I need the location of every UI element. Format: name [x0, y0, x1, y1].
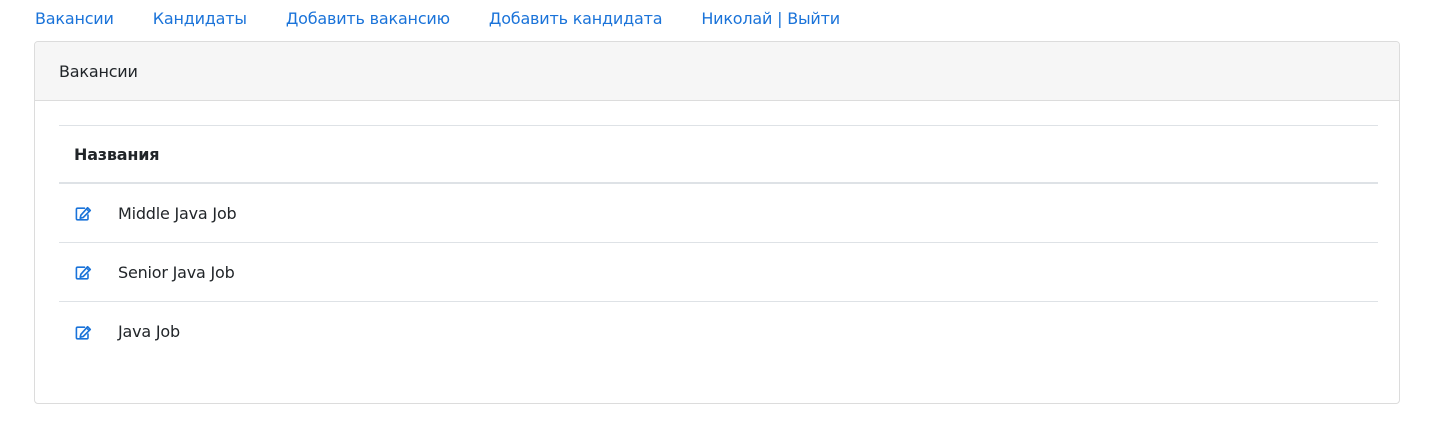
edit-icon[interactable] — [74, 262, 94, 282]
top-nav: Вакансии Кандидаты Добавить вакансию Доб… — [35, 7, 879, 31]
nav-link-vacancies[interactable]: Вакансии — [35, 7, 114, 31]
vacancies-table: Названия Middle Java Job Senior Java Job — [59, 125, 1378, 361]
card-header: Вакансии — [35, 42, 1399, 101]
vacancies-card: Вакансии Названия Middle Java Job Senior… — [34, 41, 1400, 404]
vacancy-title: Java Job — [118, 322, 180, 341]
nav-link-user-logout[interactable]: Николай | Выйти — [701, 7, 840, 31]
table-row: Java Job — [59, 302, 1378, 361]
vacancy-title: Middle Java Job — [118, 203, 237, 223]
table-row: Middle Java Job — [59, 184, 1378, 243]
nav-link-candidates[interactable]: Кандидаты — [153, 7, 247, 31]
nav-link-add-vacancy[interactable]: Добавить вакансию — [286, 7, 450, 31]
table-header-title: Названия — [59, 125, 1378, 184]
nav-link-add-candidate[interactable]: Добавить кандидата — [489, 7, 663, 31]
vacancy-title: Senior Java Job — [118, 262, 235, 282]
edit-icon[interactable] — [74, 203, 94, 223]
edit-icon[interactable] — [74, 322, 94, 342]
table-row: Senior Java Job — [59, 243, 1378, 302]
